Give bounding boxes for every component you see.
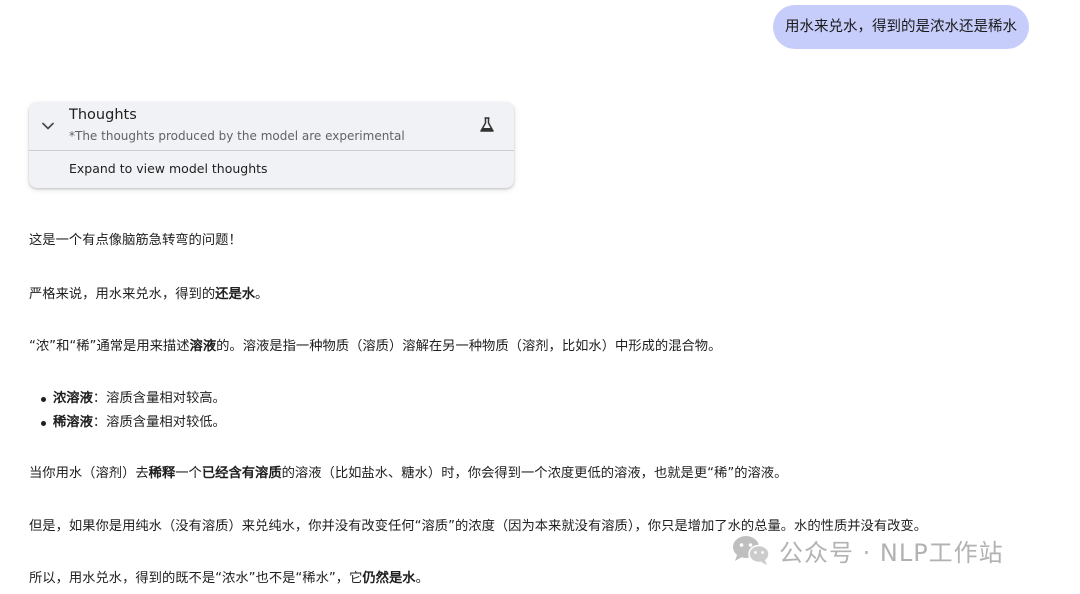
bold-text: 稀释 [148,466,176,481]
list-item: 稀溶液：溶质含量相对较低。 [41,413,226,433]
text-span: 。 [415,571,429,586]
thoughts-header[interactable]: Thoughts *The thoughts produced by the m… [29,102,514,151]
list-item: 浓溶液：溶质含量相对较高。 [41,389,226,409]
response-paragraph: 这是一个有点像脑筋急转弯的问题！ [29,233,242,248]
text-span: “浓”和“稀”通常是用来描述 [29,339,190,354]
user-message-bubble: 用水来兑水，得到的是浓水还是稀水 [773,5,1029,49]
watermark: 公众号 · NLP工作站 [731,530,1004,570]
text-span: 的溶液（比如盐水、糖水）时，你会得到一个浓度更低的溶液，也就是更“稀”的溶液。 [281,466,788,481]
thoughts-subtitle: *The thoughts produced by the model are … [69,129,405,143]
text-span: 严格来说，用水来兑水，得到的 [29,287,216,302]
response-paragraph: “浓”和“稀”通常是用来描述溶液的。溶液是指一种物质（溶质）溶解在另一种物质（溶… [29,337,721,357]
bold-text: 稀溶液 [53,415,93,430]
bold-text: 还是水 [215,287,256,302]
bold-text: 已经含有溶质 [201,466,282,481]
bold-text: 仍然是水 [362,571,416,586]
text-span: 的。溶液是指一种物质（溶质）溶解在另一种物质（溶剂，比如水）中形成的混合物。 [216,339,722,354]
flask-icon [480,117,494,132]
response-paragraph: 严格来说，用水来兑水，得到的还是水。 [29,285,268,305]
chevron-down-icon[interactable] [41,119,55,133]
text-span: ：溶质含量相对较高。 [92,391,226,406]
watermark-text: 公众号 · NLP工作站 [779,538,1004,567]
expand-thoughts-link[interactable]: Expand to view model thoughts [69,161,268,176]
text-span: 当你用水（溶剂）去 [29,466,149,481]
bold-text: 溶液 [189,339,217,354]
thoughts-title: Thoughts [69,107,137,123]
text-span: 所以，用水兑水，得到的既不是“浓水”也不是“稀水”，它 [29,571,363,586]
text-span: ：溶质含量相对较低。 [92,415,226,430]
response-paragraph: 当你用水（溶剂）去稀释一个已经含有溶质的溶液（比如盐水、糖水）时，你会得到一个浓… [29,464,787,484]
thoughts-panel: Thoughts *The thoughts produced by the m… [29,102,514,188]
bold-text: 浓溶液 [53,391,93,406]
text-span: 。 [255,287,269,302]
wechat-icon [733,536,770,565]
response-paragraph: 所以，用水兑水，得到的既不是“浓水”也不是“稀水”，它仍然是水。 [29,569,429,589]
text-span: 一个 [175,466,202,481]
